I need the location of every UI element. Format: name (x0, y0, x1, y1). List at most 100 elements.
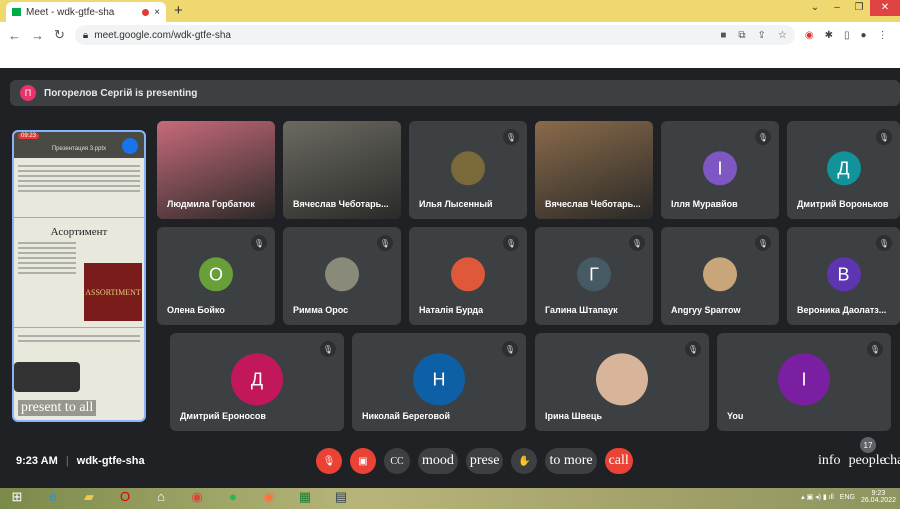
participant-tile[interactable]: Вячеслав Чеботарь... (283, 121, 401, 219)
participant-tile[interactable]: Вячеслав Чеботарь... (535, 121, 653, 219)
end-call-button[interactable]: call (604, 448, 633, 474)
system-tray: ▴ ▣ ◂) ▮ ıll ENG 9:23 26.04.2022 (801, 490, 896, 504)
slide-heading: Асортимент (50, 226, 108, 238)
explorer-icon[interactable]: ▰ (78, 489, 100, 505)
opera-icon[interactable]: O (114, 489, 136, 505)
close-window-button[interactable]: ✕ (870, 0, 900, 16)
participant-name: Наталія Бурда (419, 305, 484, 315)
restore-button[interactable]: ❐ (848, 0, 870, 16)
participant-name: Дмитрий Вороньков (797, 199, 889, 209)
profile-icon[interactable]: ● (861, 30, 867, 41)
participant-name: Николай Береговой (362, 411, 450, 421)
address-bar-row: ← → ↻ 🔒︎ meet.google.com/wdk-gtfe-sha ■ ⧉… (0, 22, 900, 48)
mood-button[interactable]: mood (418, 448, 458, 474)
participant-name: Дмитрий Ероносов (180, 411, 266, 421)
call-controls: 🎙︎ ▣ CC mood prese ✋ to more call (316, 448, 633, 474)
participant-tile[interactable]: О 🎙︎ Олена Бойко (157, 227, 275, 325)
participant-tile[interactable]: Н 🎙︎ Николай Береговой (352, 333, 526, 431)
lock-icon: 🔒︎ (82, 29, 89, 41)
sidepanel-icon[interactable]: ▯ (844, 30, 850, 41)
participant-tile[interactable]: В 🎙︎ Вероника Даолатз... (787, 227, 900, 325)
url-field[interactable]: 🔒︎ meet.google.com/wdk-gtfe-sha ■ ⧉ ⇪ ☆ (74, 25, 795, 45)
chrome-icon[interactable]: ◉ (186, 489, 208, 505)
recording-icon (142, 8, 150, 16)
puzzle-icon[interactable]: ✱ (825, 30, 833, 41)
more-label: more (563, 453, 593, 468)
chat-button[interactable]: cha (884, 453, 900, 469)
mic-muted-icon: 🎙︎ (503, 235, 519, 251)
participant-tile[interactable]: 🎙︎ Илья Лысенный (409, 121, 527, 219)
open-external-icon[interactable]: ⧉ (738, 30, 745, 41)
avatar-photo (703, 257, 737, 292)
ie-icon[interactable]: e (42, 489, 64, 505)
extension-icon[interactable]: ◉ (805, 30, 814, 41)
mic-muted-icon: 🎙︎ (685, 341, 701, 357)
tray-icons[interactable]: ▴ ▣ ◂) ▮ ıll (801, 493, 834, 501)
participant-name: Ілля Муравйов (671, 199, 738, 209)
people-button[interactable]: people (849, 453, 886, 469)
to-label: to (549, 453, 561, 468)
participant-tile[interactable]: 🎙︎ Ірина Швець (535, 333, 709, 431)
star-icon[interactable]: ☆ (778, 30, 787, 41)
menu-icon[interactable]: ⋮ (878, 30, 888, 41)
participant-name: Ірина Швець (545, 411, 603, 421)
spotify-icon[interactable]: ● (222, 489, 244, 505)
tab-title: Meet - wdk-gtfe-sha (26, 6, 115, 18)
mic-muted-icon: 🎙︎ (320, 341, 336, 357)
browser-tab[interactable]: Meet - wdk-gtfe-sha × (6, 2, 166, 22)
avatar-photo (596, 353, 648, 406)
excel-icon[interactable]: ▦ (294, 489, 316, 505)
home-icon[interactable]: ⌂ (150, 489, 172, 505)
app-icon[interactable]: ▤ (330, 489, 352, 505)
clock: 9:23 AM (16, 455, 58, 467)
raise-hand-button[interactable]: ✋ (511, 448, 538, 474)
participant-tile[interactable]: І 🎙︎ You (717, 333, 891, 431)
camera-off-button[interactable]: ▣ (350, 448, 376, 474)
participant-tile[interactable]: Д 🎙︎ Дмитрий Вороньков (787, 121, 900, 219)
participant-name: Галина Штапаук (545, 305, 618, 315)
language[interactable]: ENG (840, 494, 855, 501)
avatar-letter: Д (231, 353, 283, 406)
participant-tile[interactable]: Людмила Горбатюк (157, 121, 275, 219)
presenter-avatar: П (20, 85, 36, 101)
participant-tile[interactable]: Г 🎙︎ Галина Штапаук (535, 227, 653, 325)
presenting-text: Погорелов Сергій is presenting (44, 87, 198, 99)
participant-tile[interactable]: І 🎙︎ Ілля Муравйов (661, 121, 779, 219)
avatar-letter: О (199, 257, 233, 292)
participant-tile[interactable]: 🎙︎ Римма Орос (283, 227, 401, 325)
avatar-letter: І (703, 151, 737, 186)
mic-muted-icon: 🎙︎ (876, 129, 892, 145)
back-icon[interactable]: ← (8, 28, 21, 43)
captions-button[interactable]: CC (384, 448, 410, 474)
mic-muted-icon: 🎙︎ (251, 235, 267, 251)
avatar-letter: Д (826, 151, 861, 186)
participant-name: Илья Лысенный (419, 199, 493, 209)
start-icon[interactable]: ⊞ (6, 489, 28, 505)
forward-icon[interactable]: → (31, 28, 44, 43)
presentation-tile[interactable]: Презентация 3.pptx 09:23 Асортимент ASSO… (12, 130, 146, 422)
participant-tile[interactable]: 🎙︎ Angryy Sparrow (661, 227, 779, 325)
firefox-icon[interactable]: ◉ (258, 489, 280, 505)
present-to-all[interactable]: present to all (18, 400, 97, 416)
share-icon[interactable]: ⇪ (758, 30, 766, 41)
tab-search-icon[interactable]: ⌄ (804, 0, 826, 16)
participant-tile[interactable]: Д 🎙︎ Дмитрий Ероносов (170, 333, 344, 431)
reload-icon[interactable]: ↻ (54, 27, 65, 43)
participant-name: Олена Бойко (167, 305, 225, 315)
new-tab-button[interactable]: + (174, 2, 183, 19)
participant-name: Вячеслав Чеботарь... (293, 199, 389, 209)
close-tab-icon[interactable]: × (154, 7, 160, 18)
present-button[interactable]: prese (465, 448, 504, 474)
mic-muted-icon: 🎙︎ (377, 235, 393, 251)
mic-muted-icon: 🎙︎ (867, 341, 883, 357)
minimize-button[interactable]: – (826, 0, 848, 16)
participant-name: Римма Орос (293, 305, 349, 315)
more-button[interactable]: to more (545, 448, 597, 474)
mic-off-button[interactable]: 🎙︎ (316, 448, 342, 474)
info-button[interactable]: info (818, 453, 841, 469)
participant-name: Вероника Даолатз... (797, 305, 887, 315)
participant-tile[interactable]: 🎙︎ Наталія Бурда (409, 227, 527, 325)
slide: Асортимент ASSORTIMENT (14, 218, 144, 328)
audio-level-icon (122, 138, 138, 154)
camera-icon[interactable]: ■ (720, 30, 726, 41)
